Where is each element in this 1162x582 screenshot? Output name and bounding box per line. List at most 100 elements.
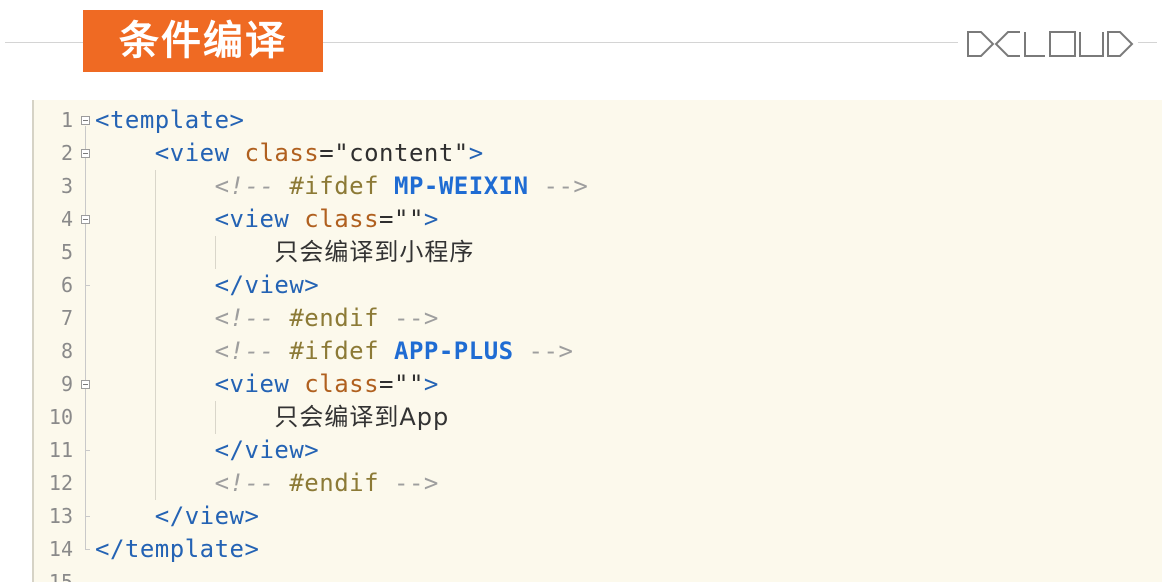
code-token: > bbox=[468, 139, 484, 167]
code-line[interactable]: 1 <template> bbox=[32, 104, 1162, 137]
code-token: <!-- bbox=[214, 469, 275, 497]
code-token: #endif bbox=[289, 469, 380, 497]
code-text[interactable]: <!-- #endif --> bbox=[95, 302, 439, 335]
code-text[interactable]: </view> bbox=[95, 434, 319, 467]
code-line[interactable]: 7 <!-- #endif --> bbox=[32, 302, 1162, 335]
code-line[interactable]: 8 <!-- #ifdef APP-PLUS --> bbox=[32, 335, 1162, 368]
code-line[interactable]: 10 只会编译到App bbox=[32, 401, 1162, 434]
code-line[interactable]: 3 <!-- #ifdef MP-WEIXIN --> bbox=[32, 170, 1162, 203]
slide-title: 条件编译 bbox=[119, 18, 287, 64]
code-token: </template> bbox=[95, 535, 260, 563]
fold-collapse-icon[interactable] bbox=[81, 380, 90, 389]
code-line[interactable]: 15 bbox=[32, 566, 1162, 582]
code-line[interactable]: 9 <view class=""> bbox=[32, 368, 1162, 401]
code-text[interactable]: <view class="content"> bbox=[95, 137, 484, 170]
code-token: class bbox=[304, 205, 380, 233]
code-line[interactable]: 4 <view class=""> bbox=[32, 203, 1162, 236]
code-line[interactable]: 14 </template> bbox=[32, 533, 1162, 566]
code-token: #ifdef bbox=[289, 337, 380, 365]
line-number: 10 bbox=[48, 405, 73, 429]
code-text[interactable]: <view class=""> bbox=[95, 368, 439, 401]
code-text[interactable]: 只会编译到小程序 bbox=[95, 236, 474, 269]
line-number: 9 bbox=[60, 372, 73, 396]
fold-collapse-icon[interactable] bbox=[81, 116, 90, 125]
line-number: 13 bbox=[48, 504, 73, 528]
code-token: #endif bbox=[289, 304, 380, 332]
line-number: 5 bbox=[60, 240, 73, 264]
dcloud-logo bbox=[958, 24, 1138, 64]
line-number: 7 bbox=[60, 306, 73, 330]
code-text[interactable]: </view> bbox=[95, 269, 319, 302]
code-token: > bbox=[423, 370, 439, 398]
code-line[interactable]: 5 只会编译到小程序 bbox=[32, 236, 1162, 269]
fold-collapse-icon[interactable] bbox=[81, 149, 90, 158]
fold-collapse-icon[interactable] bbox=[81, 215, 90, 224]
code-token: class bbox=[304, 370, 380, 398]
code-token: ="content" bbox=[319, 139, 469, 167]
code-token: --> bbox=[394, 469, 439, 497]
code-text[interactable]: <!-- #ifdef MP-WEIXIN --> bbox=[95, 170, 588, 203]
code-token: class bbox=[244, 139, 320, 167]
line-number: 14 bbox=[48, 537, 73, 561]
code-text[interactable]: <!-- #ifdef APP-PLUS --> bbox=[95, 335, 573, 368]
code-token: #ifdef bbox=[289, 172, 380, 200]
code-line[interactable]: 12 <!-- #endif --> bbox=[32, 467, 1162, 500]
code-token: ="" bbox=[379, 370, 424, 398]
title-banner: 条件编译 bbox=[83, 10, 323, 72]
code-text[interactable]: <view class=""> bbox=[95, 203, 439, 236]
code-token: APP-PLUS bbox=[394, 337, 514, 365]
code-line[interactable]: 13 </view> bbox=[32, 500, 1162, 533]
code-token: --> bbox=[394, 304, 439, 332]
code-text[interactable]: <!-- #endif --> bbox=[95, 467, 439, 500]
code-token: <template> bbox=[95, 106, 245, 134]
code-text[interactable]: <template> bbox=[95, 104, 245, 137]
code-token: --> bbox=[528, 337, 574, 365]
code-token: MP-WEIXIN bbox=[394, 172, 529, 200]
code-editor[interactable]: 1 <template> 2 <view class="content"> 3 <!-… bbox=[32, 100, 1162, 582]
code-line[interactable]: 11 </view> bbox=[32, 434, 1162, 467]
line-number: 8 bbox=[60, 339, 73, 363]
code-text[interactable]: </view> bbox=[95, 500, 259, 533]
code-text[interactable]: 只会编译到App bbox=[95, 401, 449, 434]
code-text[interactable]: </template> bbox=[95, 533, 259, 566]
line-number: 6 bbox=[60, 273, 73, 297]
code-line[interactable]: 2 <view class="content"> bbox=[32, 137, 1162, 170]
line-number: 1 bbox=[60, 108, 73, 132]
code-token: </view> bbox=[214, 436, 320, 464]
code-token: 只会编译到小程序 bbox=[274, 238, 475, 266]
code-line[interactable]: 6 </view> bbox=[32, 269, 1162, 302]
code-token: <view bbox=[214, 370, 290, 398]
code-token: --> bbox=[543, 172, 589, 200]
code-token: <view bbox=[154, 139, 230, 167]
line-number: 11 bbox=[48, 438, 73, 462]
code-token: <!-- bbox=[214, 337, 275, 365]
line-number: 3 bbox=[60, 174, 73, 198]
code-lines[interactable]: 1 <template> 2 <view class="content"> 3 <!-… bbox=[32, 100, 1162, 582]
line-number: 15 bbox=[48, 570, 73, 582]
code-token: ="" bbox=[379, 205, 424, 233]
code-token: <!-- bbox=[214, 172, 275, 200]
code-token: 只会编译到App bbox=[274, 403, 450, 431]
